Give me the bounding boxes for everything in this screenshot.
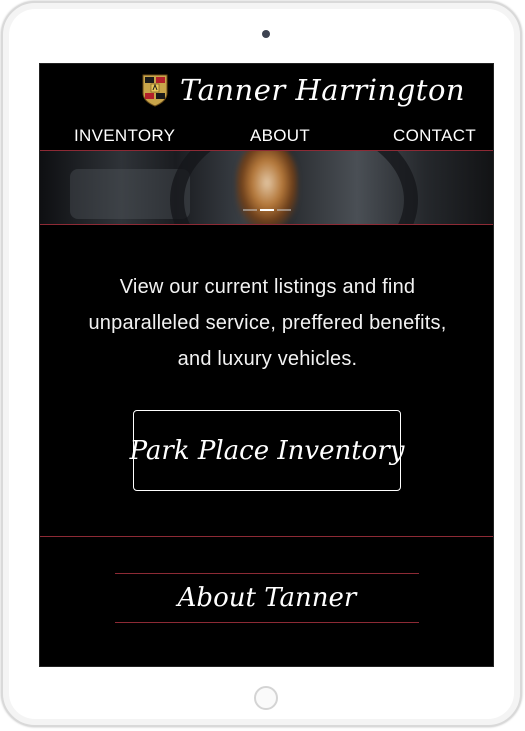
brand-name: Tanner Harrington [180,73,466,107]
about-heading: About Tanner [177,583,357,613]
porsche-crest-icon [142,74,168,107]
brand[interactable]: Tanner Harrington [142,72,465,108]
park-place-inventory-button[interactable]: Park Place Inventory [130,410,404,491]
website-screen: Tanner Harrington INVENTORY ABOUT CONTAC… [39,63,494,667]
hero-image-crest-blur [236,151,298,224]
slider-dot-active[interactable] [260,209,274,211]
nav-contact-link[interactable]: CONTACT [393,126,476,146]
tablet-frame: Tanner Harrington INVENTORY ABOUT CONTAC… [1,1,522,727]
nav-inventory-link[interactable]: INVENTORY [74,126,175,146]
slider-dot[interactable] [243,209,257,211]
site-header: Tanner Harrington INVENTORY ABOUT CONTAC… [40,64,493,145]
about-rule-top [115,573,419,574]
camera-icon [262,30,270,38]
hero-slider[interactable] [40,150,493,225]
section-divider [40,536,493,537]
about-rule-bottom [115,622,419,623]
intro-text: View our current listings and find unpar… [88,276,447,370]
nav-about-link[interactable]: ABOUT [250,126,310,146]
home-button[interactable] [254,686,278,710]
slider-indicators [243,209,291,211]
main-nav: INVENTORY ABOUT CONTACT [40,126,493,148]
slider-dot[interactable] [277,209,291,211]
